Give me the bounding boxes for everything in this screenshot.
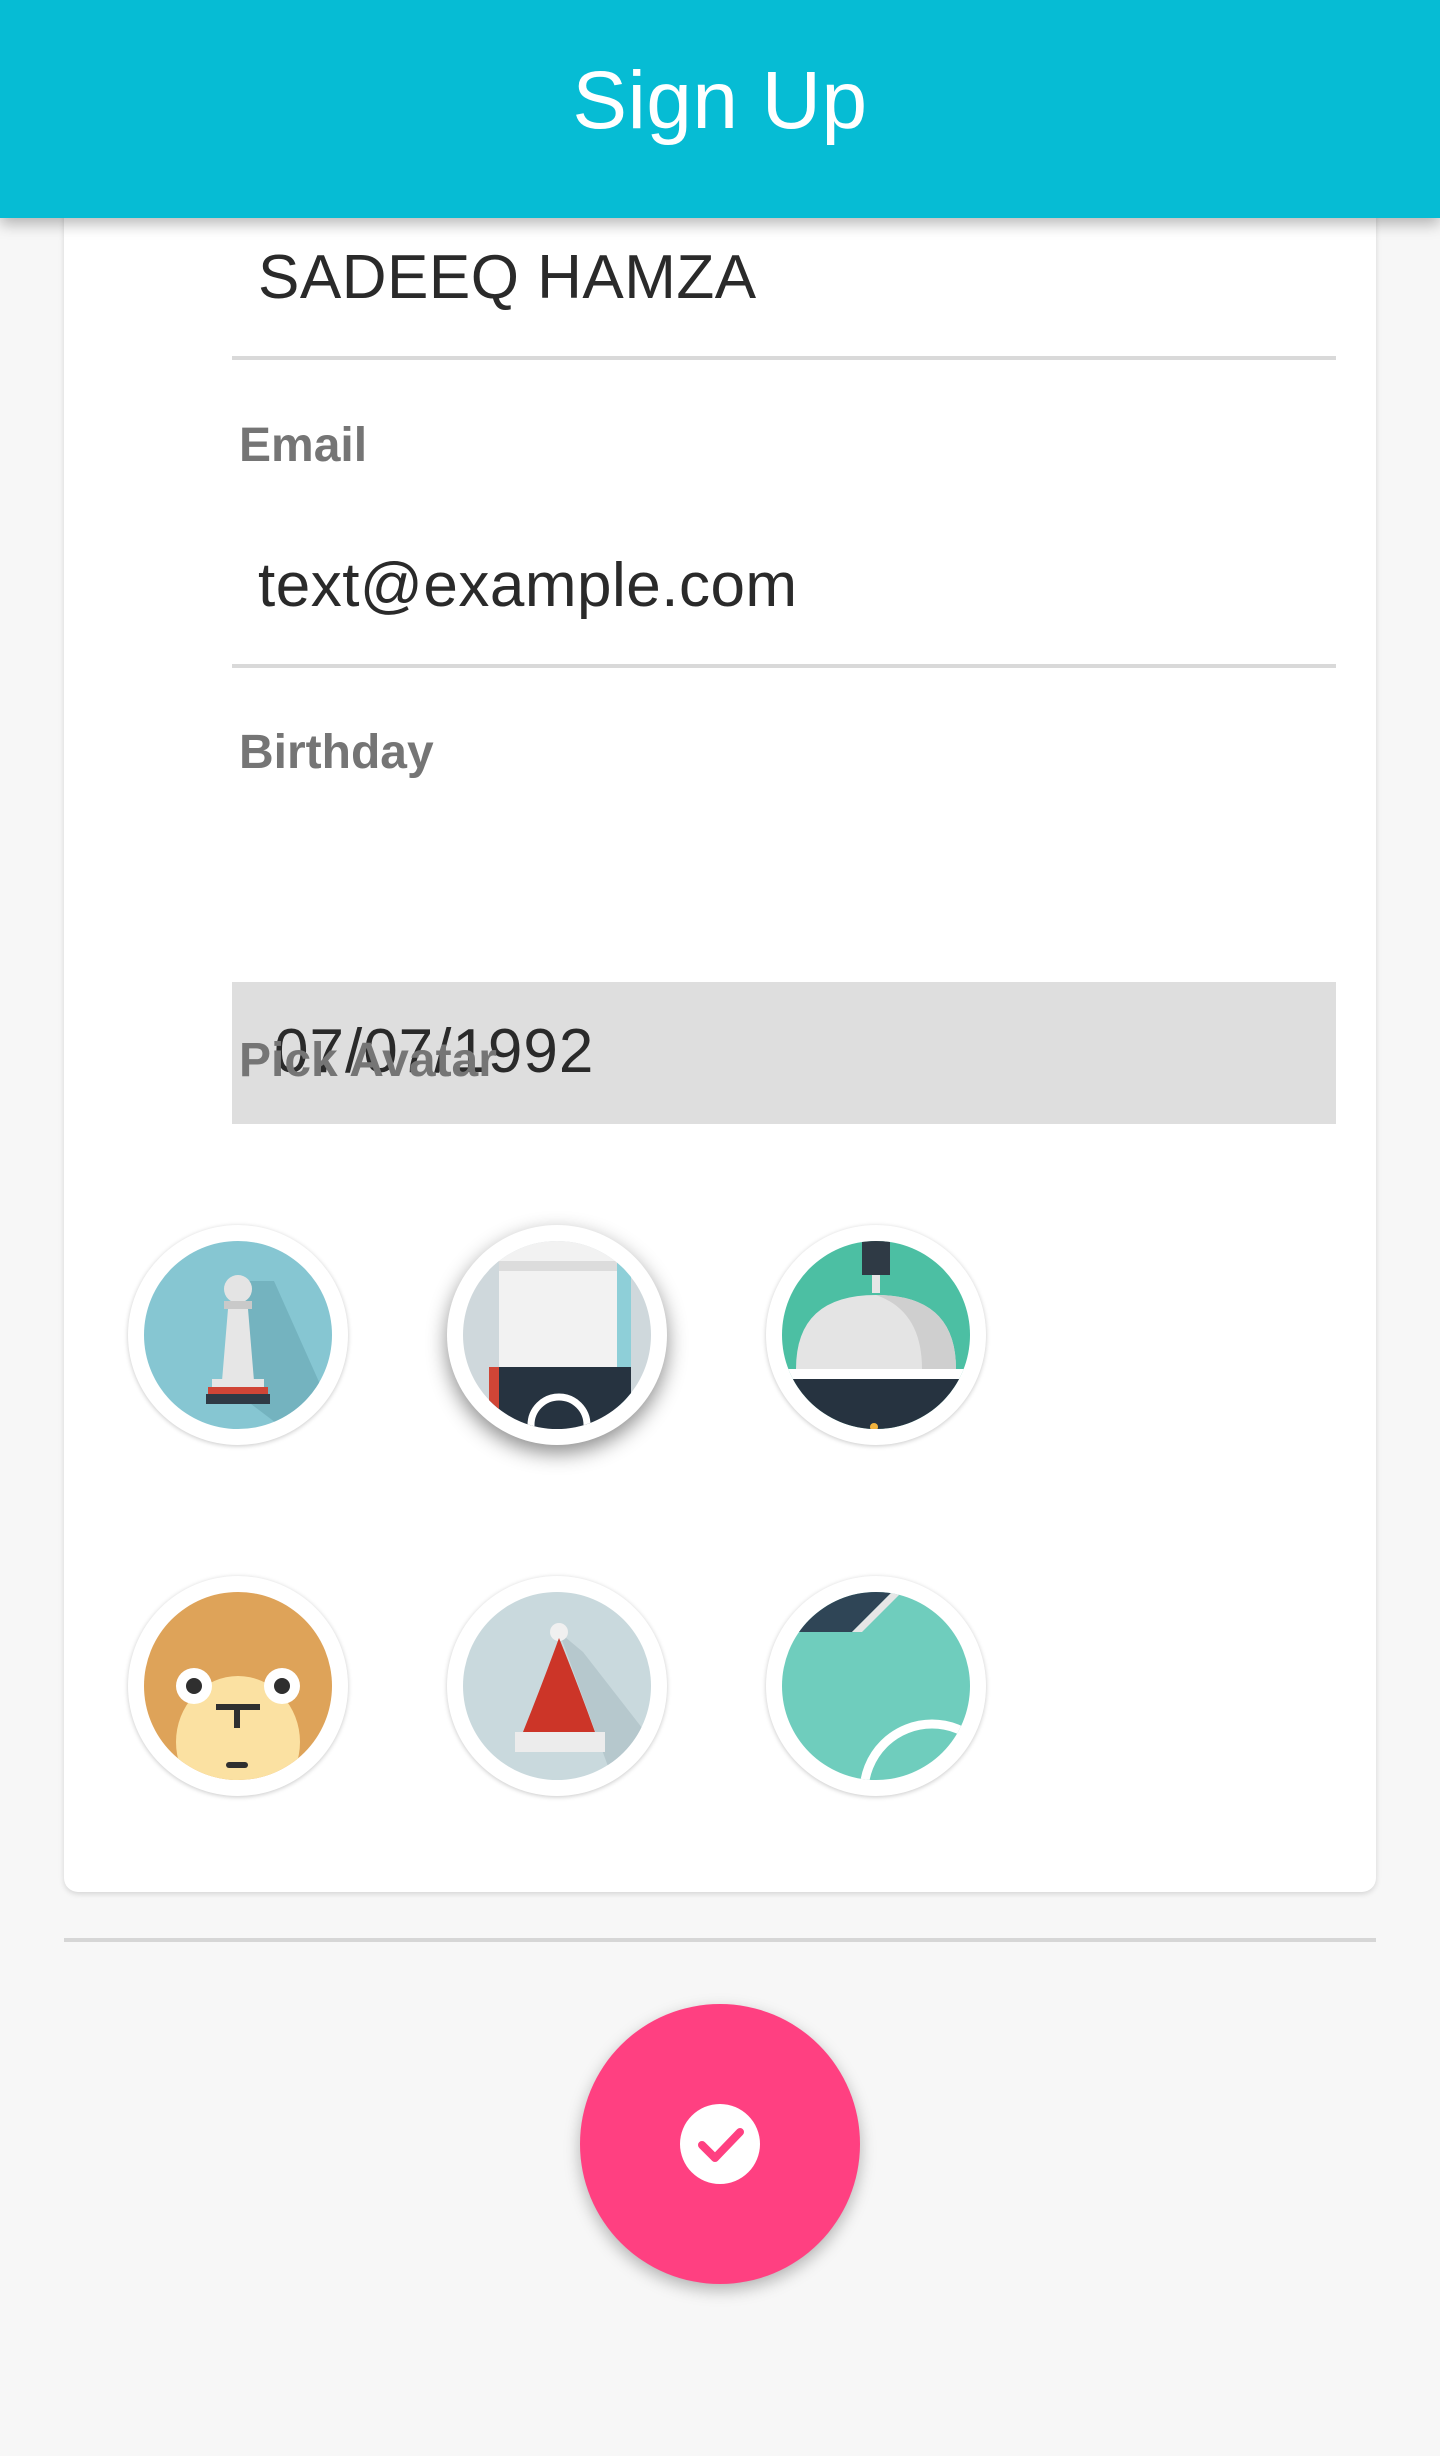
sign-up-screen: Sign Up SADEEQ HAMZA Email text@example.…: [0, 0, 1440, 2456]
avatar-option-phone[interactable]: [447, 1225, 667, 1445]
tennis-ball-icon: [782, 1592, 970, 1780]
monkey-icon: [144, 1592, 332, 1780]
phone-icon: [463, 1241, 651, 1429]
app-bar: Sign Up: [0, 0, 1440, 218]
chess-pawn-icon: [144, 1241, 332, 1429]
sign-up-form-card: SADEEQ HAMZA Email text@example.com Birt…: [64, 150, 1376, 1892]
form-divider: [64, 1938, 1376, 1942]
avatar-option-chess-pawn[interactable]: [128, 1225, 348, 1445]
email-field[interactable]: text@example.com: [258, 550, 798, 621]
check-circle-icon: [680, 2104, 760, 2184]
birthday-label: Birthday: [239, 726, 434, 779]
app-bar-title: Sign Up: [572, 55, 868, 146]
avatar-option-santa-hat[interactable]: [447, 1576, 667, 1796]
email-label: Email: [239, 419, 368, 472]
cloche-icon: [782, 1241, 970, 1429]
pick-avatar-label: Pick Avatar: [239, 1034, 497, 1087]
name-field[interactable]: SADEEQ HAMZA: [258, 242, 757, 313]
santa-hat-icon: [463, 1592, 651, 1780]
avatar-option-monkey[interactable]: [128, 1576, 348, 1796]
avatar-option-tennis-ball[interactable]: [766, 1576, 986, 1796]
submit-button[interactable]: [580, 2004, 860, 2284]
avatar-option-cloche[interactable]: [766, 1225, 986, 1445]
name-field-underline: [232, 356, 1336, 360]
email-field-underline: [232, 664, 1336, 668]
